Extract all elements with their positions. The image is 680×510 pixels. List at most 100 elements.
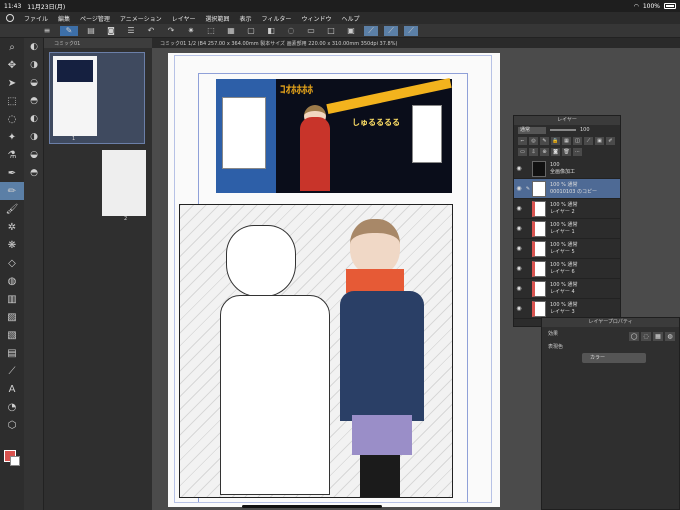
square-icon[interactable]: □ bbox=[324, 26, 338, 36]
menu-help[interactable]: ヘルプ bbox=[341, 14, 359, 23]
opacity-value[interactable]: 100 bbox=[580, 127, 590, 133]
snap-grid-button[interactable]: ⟋ bbox=[404, 25, 418, 36]
fill-tool-icon[interactable]: ▥ bbox=[0, 290, 24, 308]
visibility-eye-icon[interactable]: ◉ bbox=[514, 285, 524, 292]
ruler-icon[interactable]: ▭ bbox=[304, 26, 318, 36]
lasso-tool-icon[interactable]: ◌ bbox=[0, 110, 24, 128]
reference-icon[interactable]: ◎ bbox=[529, 137, 538, 145]
visibility-eye-icon[interactable]: ◉ bbox=[514, 185, 524, 192]
visibility-eye-icon[interactable]: ◉ bbox=[514, 245, 524, 252]
transfer-down-icon[interactable]: ⇩ bbox=[529, 148, 538, 156]
pen-tool-icon[interactable]: ✒ bbox=[0, 164, 24, 182]
undo-icon[interactable]: ↶ bbox=[144, 26, 158, 36]
layer-row[interactable]: ◉ 100 % 通常 レイヤー 4 bbox=[514, 279, 620, 299]
visibility-eye-icon[interactable]: ◉ bbox=[514, 305, 524, 312]
lasso-icon[interactable]: ◌ bbox=[284, 26, 298, 36]
menu-file[interactable]: ファイル bbox=[24, 14, 48, 23]
blend-tool-icon[interactable]: ◍ bbox=[0, 272, 24, 290]
border-effect-icon[interactable]: ◯ bbox=[629, 332, 639, 341]
draft-icon[interactable]: ✎ bbox=[540, 137, 549, 145]
clear-icon[interactable]: ✷ bbox=[184, 26, 198, 36]
menu-edit[interactable]: 編集 bbox=[58, 14, 70, 23]
subtool-1-icon[interactable]: ◐ bbox=[24, 38, 44, 56]
comic-panel-2[interactable] bbox=[179, 204, 453, 498]
canvas-scrollbar[interactable] bbox=[242, 505, 382, 508]
list-icon[interactable]: ☰ bbox=[124, 26, 138, 36]
magic-wand-icon[interactable]: ✦ bbox=[0, 128, 24, 146]
menu-filter[interactable]: フィルター bbox=[262, 14, 292, 23]
airbrush-tool-icon[interactable]: ✲ bbox=[0, 218, 24, 236]
layer-row-selected[interactable]: ◉ ✎ 100 % 通常 00010103 のコピー bbox=[514, 179, 620, 199]
visibility-eye-icon[interactable]: ◉ bbox=[514, 265, 524, 272]
subtool-8-icon[interactable]: ◓ bbox=[24, 164, 44, 182]
layer-row[interactable]: ◉ 100 % 通常 レイヤー 6 bbox=[514, 259, 620, 279]
decoration-tool-icon[interactable]: ❋ bbox=[0, 236, 24, 254]
more-icon[interactable]: ⋯ bbox=[573, 148, 582, 156]
layer-row[interactable]: ◉ 100 % 通常 レイヤー 3 bbox=[514, 299, 620, 319]
deselect-icon[interactable]: ▢ bbox=[244, 26, 258, 36]
ruler-tool-icon[interactable]: ⟋ bbox=[0, 362, 24, 380]
snap-ruler-button[interactable]: ⟋ bbox=[364, 25, 378, 36]
eraser-tool-icon[interactable]: ◇ bbox=[0, 254, 24, 272]
speech-balloon-1[interactable] bbox=[222, 97, 266, 169]
move-tool-icon[interactable]: ✥ bbox=[0, 56, 24, 74]
layer-row[interactable]: ◉ 100 % 通常 レイヤー 1 bbox=[514, 219, 620, 239]
page-thumbnail-1[interactable]: 1 bbox=[49, 52, 145, 144]
fill-icon[interactable]: ◧ bbox=[264, 26, 278, 36]
transform-icon[interactable]: ⬚ bbox=[204, 26, 218, 36]
balloon-tool-icon[interactable]: ◔ bbox=[0, 398, 24, 416]
subtool-5-icon[interactable]: ◐ bbox=[24, 110, 44, 128]
correction-tool-icon[interactable]: ⬡ bbox=[0, 416, 24, 434]
comic-panel-1[interactable]: ｺｵﾎﾎﾎﾎ しゅるるるる bbox=[216, 78, 452, 193]
add-mask-icon[interactable]: ◙ bbox=[551, 148, 560, 156]
menu-page[interactable]: ページ管理 bbox=[80, 14, 110, 23]
menu-view[interactable]: 表示 bbox=[240, 14, 252, 23]
text-tool-icon[interactable]: A bbox=[0, 380, 24, 398]
new-raster-icon[interactable]: ▣ bbox=[595, 137, 604, 145]
snap-special-ruler-button[interactable]: ⟋ bbox=[384, 25, 398, 36]
visibility-eye-icon[interactable]: ◉ bbox=[514, 205, 524, 212]
gradient-tool-icon[interactable]: ▨ bbox=[0, 308, 24, 326]
clip-icon[interactable]: ⌐ bbox=[518, 137, 527, 145]
visibility-eye-icon[interactable]: ◉ bbox=[514, 225, 524, 232]
subtool-3-icon[interactable]: ◒ bbox=[24, 74, 44, 92]
subtool-4-icon[interactable]: ◓ bbox=[24, 92, 44, 110]
page-panel-tab[interactable]: コミック01 bbox=[44, 38, 152, 48]
redo-icon[interactable]: ↷ bbox=[164, 26, 178, 36]
subtool-2-icon[interactable]: ◑ bbox=[24, 56, 44, 74]
stack-icon[interactable]: ▤ bbox=[84, 26, 98, 36]
blend-mode-select[interactable]: 通常 bbox=[518, 126, 546, 134]
new-vector-icon[interactable]: ✐ bbox=[606, 137, 615, 145]
new-folder-icon[interactable]: ▭ bbox=[518, 148, 527, 156]
menu-layer[interactable]: レイヤー bbox=[172, 14, 196, 23]
app-logo-icon[interactable] bbox=[6, 14, 14, 22]
visibility-eye-icon[interactable]: ◉ bbox=[514, 165, 524, 172]
select-tool-icon[interactable]: ⬚ bbox=[0, 92, 24, 110]
menu-animation[interactable]: アニメーション bbox=[120, 14, 162, 23]
layer-row[interactable]: ◉ 100 全画像加工 bbox=[514, 159, 620, 179]
menu-icon[interactable]: ≡ bbox=[40, 26, 54, 36]
speech-balloon-2[interactable] bbox=[412, 105, 442, 163]
eyedropper-icon[interactable]: ⚗ bbox=[0, 146, 24, 164]
page-thumbnail-2[interactable]: 2 bbox=[49, 150, 146, 260]
expression-color-select[interactable]: カラー bbox=[582, 353, 646, 363]
opacity-slider[interactable] bbox=[550, 129, 576, 131]
frame-tool-icon[interactable]: ▤ bbox=[0, 344, 24, 362]
menu-selection[interactable]: 選択範囲 bbox=[206, 14, 230, 23]
canvas-tab[interactable]: コミック01 1/2 (B4 257.00 x 364.00mm 製本サイズ 画… bbox=[152, 38, 680, 48]
lock-icon[interactable]: 🔒 bbox=[551, 137, 560, 145]
lock-alpha-icon[interactable]: ▦ bbox=[562, 137, 571, 145]
layer-row[interactable]: ◉ 100 % 通常 レイヤー 2 bbox=[514, 199, 620, 219]
select-all-icon[interactable]: ▦ bbox=[224, 26, 238, 36]
subtool-7-icon[interactable]: ◒ bbox=[24, 146, 44, 164]
tone-icon[interactable]: ▦ bbox=[653, 332, 663, 341]
frame-icon[interactable]: ▣ bbox=[344, 26, 358, 36]
delete-layer-icon[interactable]: 🗑 bbox=[562, 148, 571, 156]
pencil-tool-icon[interactable]: ✏ bbox=[0, 182, 24, 200]
object-tool-icon[interactable]: ➤ bbox=[0, 74, 24, 92]
sub-color-swatch[interactable] bbox=[10, 456, 20, 466]
subtool-6-icon[interactable]: ◑ bbox=[24, 128, 44, 146]
mask-icon[interactable]: ◫ bbox=[573, 137, 582, 145]
camera-icon[interactable]: ◙ bbox=[104, 26, 118, 36]
merge-icon[interactable]: ⊕ bbox=[540, 148, 549, 156]
